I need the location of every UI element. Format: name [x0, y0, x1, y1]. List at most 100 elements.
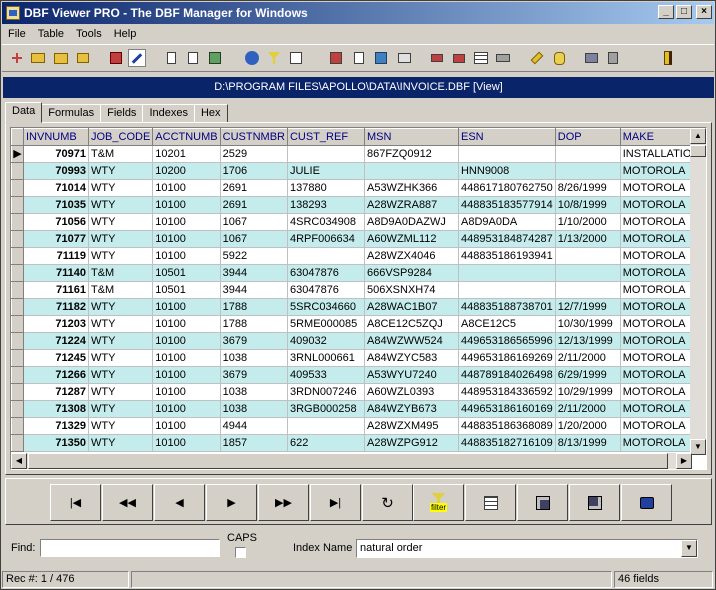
eraser-icon[interactable] — [428, 49, 446, 67]
scroll-thumb-horizontal[interactable] — [28, 453, 668, 469]
table-cell[interactable]: 8/13/1999 — [555, 434, 621, 452]
table-cell[interactable]: 2/11/2000 — [555, 400, 621, 418]
table-row[interactable]: 71245 WTY 10100 1038 3RNL000661 A84WZYC583 449… — [11, 349, 703, 367]
table-cell[interactable]: 71182 — [23, 298, 89, 316]
table-cell[interactable]: WTY — [88, 383, 154, 401]
row-indicator[interactable] — [11, 298, 24, 316]
column-header[interactable]: DOP — [554, 128, 621, 146]
import-icon[interactable] — [327, 49, 345, 67]
table-cell[interactable]: WTY — [88, 400, 154, 418]
table-cell[interactable]: 449653186169269 — [458, 349, 556, 367]
table-row[interactable]: 71350 WTY 10100 1857 622 A28WZPG912 4488351827… — [11, 434, 703, 452]
table-cell[interactable]: 10100 — [152, 315, 221, 333]
table-row[interactable]: 71224 WTY 10100 3679 409032 A84WZWW524 4496531… — [11, 332, 703, 350]
row-indicator[interactable] — [11, 247, 24, 265]
table-cell[interactable]: 1038 — [220, 349, 288, 367]
data-grid[interactable]: INVNUMB JOB_CODE ACCTNUMB CUSTNMBR CUST_… — [10, 127, 707, 470]
delete-icon[interactable] — [450, 49, 468, 67]
row-indicator[interactable] — [11, 383, 24, 401]
table-cell[interactable]: 3RNL000661 — [287, 349, 365, 367]
table-cell[interactable]: 10501 — [152, 264, 221, 282]
table-cell[interactable]: 10100 — [152, 400, 221, 418]
row-indicator[interactable] — [11, 315, 24, 333]
table-cell[interactable]: 867FZQ0912 — [364, 145, 459, 163]
row-indicator[interactable] — [11, 332, 24, 350]
last-record-button[interactable]: ▶| — [310, 484, 361, 521]
table-cell[interactable]: 2691 — [220, 179, 288, 197]
minimize-button[interactable]: _ — [658, 5, 674, 19]
table-cell[interactable]: 448953184336592 — [458, 383, 556, 401]
table-cell[interactable]: 71014 — [23, 179, 89, 197]
table-cell[interactable]: 71077 — [23, 230, 89, 248]
table-cell[interactable]: 3RGB000258 — [287, 400, 365, 418]
table-cell[interactable] — [555, 145, 621, 163]
scroll-right-arrow-icon[interactable]: ▶ — [676, 453, 692, 469]
table-cell[interactable]: 10100 — [152, 349, 221, 367]
table-cell[interactable]: 71119 — [23, 247, 89, 265]
table-cell[interactable]: A8D9A0DAZWJ — [364, 213, 459, 231]
record-view-button[interactable] — [465, 484, 516, 521]
table-cell[interactable]: 71056 — [23, 213, 89, 231]
exit-door-icon[interactable] — [659, 49, 677, 67]
next-page-button[interactable]: ▶▶ — [258, 484, 309, 521]
table-cell[interactable]: 506XSNXH74 — [364, 281, 459, 299]
tab-data[interactable]: Data — [5, 102, 43, 123]
table-cell[interactable]: 71161 — [23, 281, 89, 299]
key-icon[interactable] — [528, 49, 546, 67]
table-cell[interactable]: 1788 — [220, 315, 288, 333]
table-cell[interactable]: 10100 — [152, 298, 221, 316]
table-row[interactable]: 71056 WTY 10100 1067 4SRC034908 A8D9A0DAZWJ A8… — [11, 213, 703, 231]
table-cell[interactable]: 449653186160169 — [458, 400, 556, 418]
table-cell[interactable]: WTY — [88, 417, 154, 435]
table-cell[interactable]: A28WZXM495 — [364, 417, 459, 435]
scroll-up-arrow-icon[interactable]: ▲ — [690, 128, 706, 144]
filter-button[interactable]: filter — [413, 484, 464, 521]
table-cell[interactable] — [364, 162, 459, 180]
open-folder-icon[interactable] — [29, 49, 47, 67]
table-cell[interactable]: 10100 — [152, 434, 221, 452]
row-indicator[interactable] — [11, 366, 24, 384]
table-cell[interactable]: 3944 — [220, 264, 288, 282]
table-cell[interactable]: JULIE — [287, 162, 365, 180]
find-input[interactable] — [40, 539, 220, 557]
table-cell[interactable]: 3RDN007246 — [287, 383, 365, 401]
vertical-scrollbar[interactable]: ▲ ▼ — [690, 128, 706, 455]
table-cell[interactable]: 10100 — [152, 213, 221, 231]
table-cell[interactable]: A53WYU7240 — [364, 366, 459, 384]
next-record-button[interactable]: ▶ — [206, 484, 257, 521]
table-cell[interactable]: A28WZPG912 — [364, 434, 459, 452]
table-cell[interactable]: 448835186368089 — [458, 417, 556, 435]
row-indicator[interactable] — [11, 264, 24, 282]
table-cell[interactable]: 10100 — [152, 366, 221, 384]
table-cell[interactable]: 3679 — [220, 366, 288, 384]
table-cell[interactable] — [287, 417, 365, 435]
row-indicator[interactable] — [11, 179, 24, 197]
table-row[interactable]: 71077 WTY 10100 1067 4RPF006634 A60WZML112 448… — [11, 230, 703, 248]
table-cell[interactable]: 71203 — [23, 315, 89, 333]
scroll-left-arrow-icon[interactable]: ◀ — [11, 453, 27, 469]
table-cell[interactable]: WTY — [88, 213, 154, 231]
export-icon[interactable] — [206, 49, 224, 67]
edit-pen-icon[interactable] — [128, 49, 146, 67]
table-cell[interactable]: 409032 — [287, 332, 365, 350]
table-cell[interactable]: 10201 — [152, 145, 221, 163]
table-cell[interactable]: 63047876 — [287, 264, 365, 282]
table-cell[interactable]: 4RPF006634 — [287, 230, 365, 248]
row-indicator[interactable] — [11, 400, 24, 418]
table-cell[interactable]: A53WZHK366 — [364, 179, 459, 197]
table-cell[interactable]: WTY — [88, 196, 154, 214]
table-cell[interactable]: 10100 — [152, 332, 221, 350]
column-header[interactable]: CUST_REF — [286, 128, 365, 146]
open-folders-icon[interactable] — [52, 49, 70, 67]
table-cell[interactable] — [555, 281, 621, 299]
table-cell[interactable]: 10100 — [152, 196, 221, 214]
grid-icon[interactable] — [472, 49, 490, 67]
table-cell[interactable]: WTY — [88, 230, 154, 248]
table-row[interactable]: 70993 WTY 10200 1706 JULIE HNN9008 MOTOROLA — [11, 162, 703, 180]
table-row[interactable]: 71329 WTY 10100 4944 A28WZXM495 4488351863680… — [11, 417, 703, 435]
table-cell[interactable]: 10100 — [152, 383, 221, 401]
table-cell[interactable]: 1706 — [220, 162, 288, 180]
table-cell[interactable]: 4SRC034908 — [287, 213, 365, 231]
table-cell[interactable]: 448617180762750 — [458, 179, 556, 197]
table-cell[interactable]: 409533 — [287, 366, 365, 384]
